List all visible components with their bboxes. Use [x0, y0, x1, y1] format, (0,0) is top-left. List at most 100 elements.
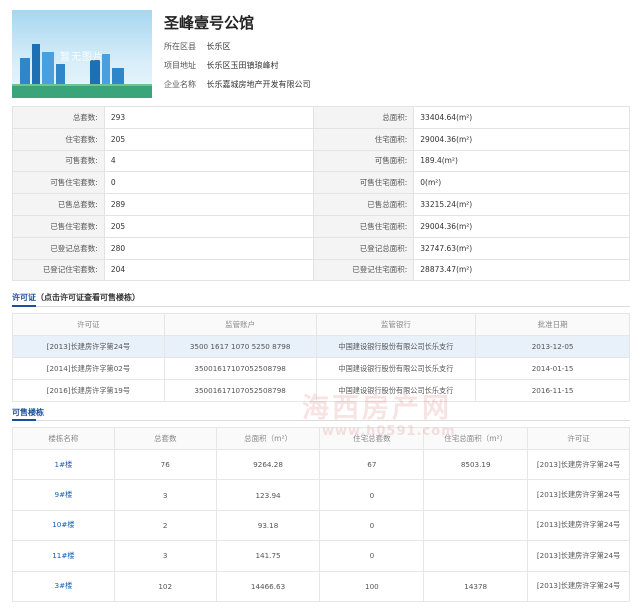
- table-cell: [423, 509, 529, 542]
- stat-label: 住宅面积:: [313, 127, 415, 151]
- stat-value: 29004.36(m²): [413, 214, 630, 238]
- stat-value: 32747.63(m²): [413, 236, 630, 260]
- column-header: 许可证: [527, 427, 630, 450]
- stat-label: 可售面积:: [313, 149, 415, 173]
- building-link[interactable]: 3#楼: [55, 581, 73, 590]
- section-divider: [12, 420, 630, 421]
- stat-label: 住宅套数:: [12, 127, 105, 151]
- table-cell: [2013]长建房许字第24号: [527, 570, 630, 602]
- table-cell: 67: [319, 448, 425, 481]
- info-value: 长乐区: [206, 42, 231, 51]
- table-cell: 123.94: [215, 479, 321, 511]
- building-link[interactable]: 10#楼: [52, 520, 74, 529]
- stat-label: 已售住宅套数:: [12, 214, 105, 238]
- table-cell: 141.75: [215, 540, 321, 572]
- building-link[interactable]: 11#楼: [52, 551, 74, 560]
- stat-value: 280: [103, 236, 315, 260]
- stat-label: 可售套数:: [12, 149, 105, 173]
- column-header: 监管银行: [315, 313, 477, 336]
- section-divider: [12, 306, 630, 307]
- table-cell: 93.18: [215, 509, 321, 542]
- stat-label: 总套数:: [12, 106, 105, 129]
- column-header: 监管账户: [163, 313, 317, 336]
- sales-stats-table: 总套数: 293 总面积: 33404.64(m²) 住宅套数: 205 住宅面积: 2900…: [12, 106, 630, 282]
- stat-value: 33215.24(m²): [413, 193, 630, 216]
- table-cell: [2013]长建房许字第24号: [527, 509, 630, 542]
- column-header: 批准日期: [475, 313, 630, 336]
- building-header-row: 楼栋名称 总套数 总面积（m²） 住宅总套数 住宅总面积（m²） 许可证: [12, 427, 630, 450]
- table-cell: 14378: [423, 570, 529, 602]
- building-section-title: 可售楼栋: [12, 408, 44, 417]
- table-cell: 14466.63: [215, 570, 321, 602]
- building-row: 3#楼 102 14466.63 100 14378 [2013]长建房许字第24号: [12, 570, 630, 602]
- table-cell: 3500 1617 1070 5250 8798: [163, 335, 317, 358]
- building-shape: [32, 44, 40, 88]
- stats-row: 总套数: 293 总面积: 33404.64(m²): [12, 106, 630, 129]
- column-header: 住宅总面积（m²）: [423, 427, 529, 450]
- table-cell: 9#楼: [12, 479, 115, 511]
- stats-row: 住宅套数: 205 住宅面积: 29004.36(m²): [12, 127, 630, 151]
- table-cell: 76: [113, 448, 217, 481]
- table-cell: 10#楼: [12, 509, 115, 542]
- table-cell: [423, 479, 529, 511]
- table-cell: 2: [113, 509, 217, 542]
- table-cell: 3: [113, 540, 217, 572]
- stat-value: 33404.64(m²): [413, 106, 630, 129]
- section-accent: [12, 419, 36, 421]
- section-accent: [12, 305, 36, 307]
- stats-row: 可售套数: 4 可售面积: 189.4(m²): [12, 149, 630, 173]
- stat-label: 已登记住宅套数:: [12, 258, 105, 282]
- stat-label: 已售总套数:: [12, 193, 105, 216]
- info-address: 项目地址 长乐区玉田镇琅峰村: [164, 60, 279, 71]
- table-cell: [423, 540, 529, 572]
- stat-value: 0: [103, 171, 315, 195]
- column-header: 住宅总套数: [319, 427, 425, 450]
- permit-section-subtitle: （点击许可证查看可售楼栋）: [36, 293, 140, 302]
- stats-row: 已登记总套数: 280 已登记总面积: 32747.63(m²): [12, 236, 630, 260]
- table-cell: [2013]长建房许字第24号: [527, 448, 630, 481]
- info-company: 企业名称 长乐嘉城房地产开发有限公司: [164, 79, 311, 90]
- stats-row: 可售住宅套数: 0 可售住宅面积: 0(m²): [12, 171, 630, 195]
- permit-table: 许可证 监管账户 监管银行 批准日期 [2013]长建房许字第24号 3500 1…: [12, 313, 630, 402]
- permit-row[interactable]: [2013]长建房许字第24号 3500 1617 1070 5250 8798 中…: [12, 335, 630, 358]
- table-cell: 11#楼: [12, 540, 115, 572]
- building-link[interactable]: 9#楼: [55, 490, 73, 499]
- building-row: 10#楼 2 93.18 0 [2013]长建房许字第24号: [12, 509, 630, 542]
- stats-row: 已售总套数: 289 已售总面积: 33215.24(m²): [12, 193, 630, 216]
- permit-row[interactable]: [2014]长建房许字第02号 35001617107052508798 中国建设银…: [12, 357, 630, 380]
- table-cell: [2013]长建房许字第24号: [527, 540, 630, 572]
- table-cell: 0: [319, 540, 425, 572]
- no-image-label: 暂无图片: [60, 52, 104, 63]
- permit-section-heading: 许可证（点击许可证查看可售楼栋）: [12, 292, 140, 303]
- stat-value: 293: [103, 106, 315, 129]
- permit-row[interactable]: [2016]长建房许字第19号 35001617107052508798 中国建设银…: [12, 379, 630, 402]
- column-header: 总套数: [113, 427, 217, 450]
- table-cell: 2014-01-15: [475, 357, 630, 380]
- table-cell: 35001617107052508798: [163, 357, 317, 380]
- info-value: 长乐区玉田镇琅峰村: [206, 61, 279, 70]
- stat-value: 28873.47(m²): [413, 258, 630, 282]
- column-header: 楼栋名称: [12, 427, 115, 450]
- stat-value: 0(m²): [413, 171, 630, 195]
- stats-row: 已售住宅套数: 205 已售住宅面积: 29004.36(m²): [12, 214, 630, 238]
- column-header: 许可证: [12, 313, 165, 336]
- stat-value: 289: [103, 193, 315, 216]
- table-cell: 1#楼: [12, 448, 115, 481]
- table-cell: [2013]长建房许字第24号: [12, 335, 165, 358]
- stat-value: 204: [103, 258, 315, 282]
- stat-label: 总面积:: [313, 106, 415, 129]
- stat-label: 已售总面积:: [313, 193, 415, 216]
- table-cell: 8503.19: [423, 448, 529, 481]
- building-section-heading: 可售楼栋: [12, 407, 44, 418]
- table-cell: 9264.28: [215, 448, 321, 481]
- stat-label: 已售住宅面积:: [313, 214, 415, 238]
- stat-label: 已登记住宅面积:: [313, 258, 415, 282]
- stat-label: 已登记总套数:: [12, 236, 105, 260]
- building-link[interactable]: 1#楼: [55, 460, 73, 469]
- permit-header-row: 许可证 监管账户 监管银行 批准日期: [12, 313, 630, 336]
- saleable-building-table: 楼栋名称 总套数 总面积（m²） 住宅总套数 住宅总面积（m²） 许可证 1#楼…: [12, 427, 630, 602]
- table-cell: 2016-11-15: [475, 379, 630, 402]
- table-cell: 2013-12-05: [475, 335, 630, 358]
- table-cell: 0: [319, 509, 425, 542]
- table-cell: 100: [319, 570, 425, 602]
